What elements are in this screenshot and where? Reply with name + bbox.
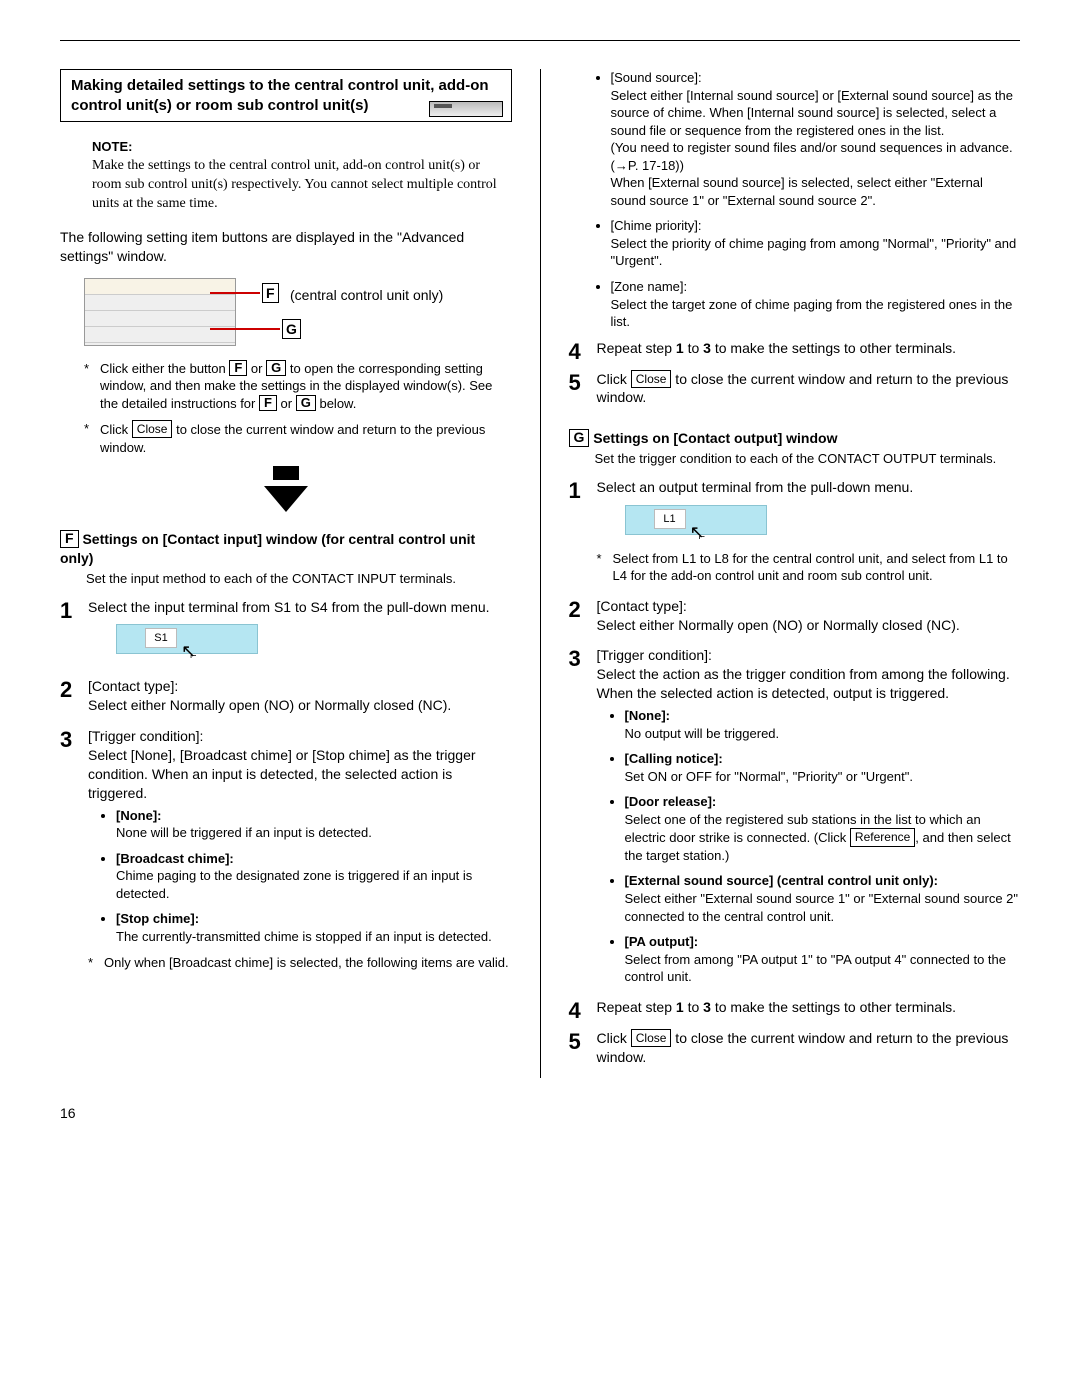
close-button-ref: Close [631, 1029, 672, 1047]
callout-f: F [262, 283, 279, 304]
list-item: [Door release]:Select one of the registe… [625, 793, 1021, 864]
section-f-desc: Set the input method to each of the CONT… [86, 570, 512, 588]
trigger-options: [None]:No output will be triggered. [Cal… [597, 707, 1021, 986]
star-item: Only when [Broadcast chime] is selected,… [88, 954, 512, 972]
step: Click Close to close the current window … [569, 370, 1021, 408]
callout-g: G [282, 319, 301, 340]
step: [Contact type]: Select either Normally o… [569, 597, 1021, 635]
callout-f-caption: (central control unit only) [290, 286, 443, 305]
callout-line-g [210, 328, 280, 330]
section-g-star: Select from L1 to L8 for the central con… [597, 550, 1021, 585]
section-g-steps: Select an output terminal from the pull-… [569, 478, 1021, 986]
step: Click Close to close the current window … [569, 1029, 1021, 1067]
dropdown-figure: S1 ↖⌐ [116, 624, 258, 654]
list-item: [Zone name]:Select the target zone of ch… [611, 278, 1021, 331]
reference-button-ref: Reference [850, 828, 915, 846]
left-star-list: Click either the button F or G to open t… [84, 360, 512, 457]
top-rule [60, 40, 1020, 41]
step: [Contact type]: Select either Normally o… [60, 677, 512, 715]
section-title-box: Making detailed settings to the central … [60, 69, 512, 122]
close-button-ref: Close [132, 420, 173, 438]
page-number: 16 [60, 1104, 1020, 1123]
right-top-steps: Repeat step 1 to 3 to make the settings … [569, 339, 1021, 408]
step: Repeat step 1 to 3 to make the settings … [569, 998, 1021, 1017]
grid-image [84, 278, 236, 346]
arrow-down-icon [264, 486, 308, 512]
section-f-steps: Select the input terminal from S1 to S4 … [60, 598, 512, 972]
key-f: F [259, 395, 277, 411]
right-column: [Sound source]:Select either [Internal s… [569, 69, 1021, 1078]
section-g-desc: Set the trigger condition to each of the… [595, 450, 1021, 468]
list-item: [Stop chime]:The currently-transmitted c… [116, 910, 512, 945]
section-f-star: Only when [Broadcast chime] is selected,… [88, 954, 512, 972]
left-column: Making detailed settings to the central … [60, 69, 512, 1078]
star-item: Click Close to close the current window … [84, 420, 512, 456]
star-item: Select from L1 to L8 for the central con… [597, 550, 1021, 585]
device-icon [429, 101, 503, 117]
list-item: [None]:None will be triggered if an inpu… [116, 807, 512, 842]
cursor-icon: ↖⌐ [690, 520, 712, 544]
step: [Trigger condition]: Select the action a… [569, 646, 1021, 985]
section-g-heading: G Settings on [Contact output] window [569, 429, 1021, 448]
dropdown-value: L1 [654, 509, 686, 529]
step: Repeat step 1 to 3 to make the settings … [569, 339, 1021, 358]
column-divider [540, 69, 541, 1078]
settings-grid-figure: F (central control unit only) G [60, 278, 512, 346]
dropdown-value: S1 [145, 628, 177, 648]
key-g: G [296, 395, 316, 411]
step: Select an output terminal from the pull-… [569, 478, 1021, 585]
list-item: [PA output]:Select from among "PA output… [625, 933, 1021, 986]
trigger-options: [None]:None will be triggered if an inpu… [88, 807, 512, 946]
two-column-layout: Making detailed settings to the central … [60, 69, 1020, 1078]
list-item: [Chime priority]:Select the priority of … [611, 217, 1021, 270]
cursor-icon: ↖⌐ [181, 639, 203, 663]
key-f: F [60, 530, 79, 547]
step: [Trigger condition]: Select [None], [Bro… [60, 727, 512, 971]
right-top-bullets: [Sound source]:Select either [Internal s… [569, 69, 1021, 331]
key-g: G [569, 429, 590, 446]
step: Select the input terminal from S1 to S4 … [60, 598, 512, 666]
arrow-stem [273, 466, 299, 480]
note-body: Make the settings to the central control… [92, 157, 504, 214]
right-bottom-steps: Repeat step 1 to 3 to make the settings … [569, 998, 1021, 1067]
star-item: Click either the button F or G to open t… [84, 360, 512, 413]
note-label: NOTE: [92, 138, 512, 156]
list-item: [Sound source]:Select either [Internal s… [611, 69, 1021, 209]
section-title: Making detailed settings to the central … [71, 77, 489, 114]
dropdown-figure: L1 ↖⌐ [625, 505, 767, 535]
list-item: [Calling notice]:Set ON or OFF for "Norm… [625, 750, 1021, 785]
intro-paragraph: The following setting item buttons are d… [60, 228, 512, 266]
close-button-ref: Close [631, 370, 672, 388]
list-item: [External sound source] (central control… [625, 872, 1021, 925]
key-g: G [266, 360, 286, 376]
list-item: [None]:No output will be triggered. [625, 707, 1021, 742]
key-f: F [229, 360, 247, 376]
list-item: [Broadcast chime]:Chime paging to the de… [116, 850, 512, 903]
section-f-heading: F Settings on [Contact input] window (fo… [60, 530, 512, 568]
callout-line-f [210, 292, 260, 294]
